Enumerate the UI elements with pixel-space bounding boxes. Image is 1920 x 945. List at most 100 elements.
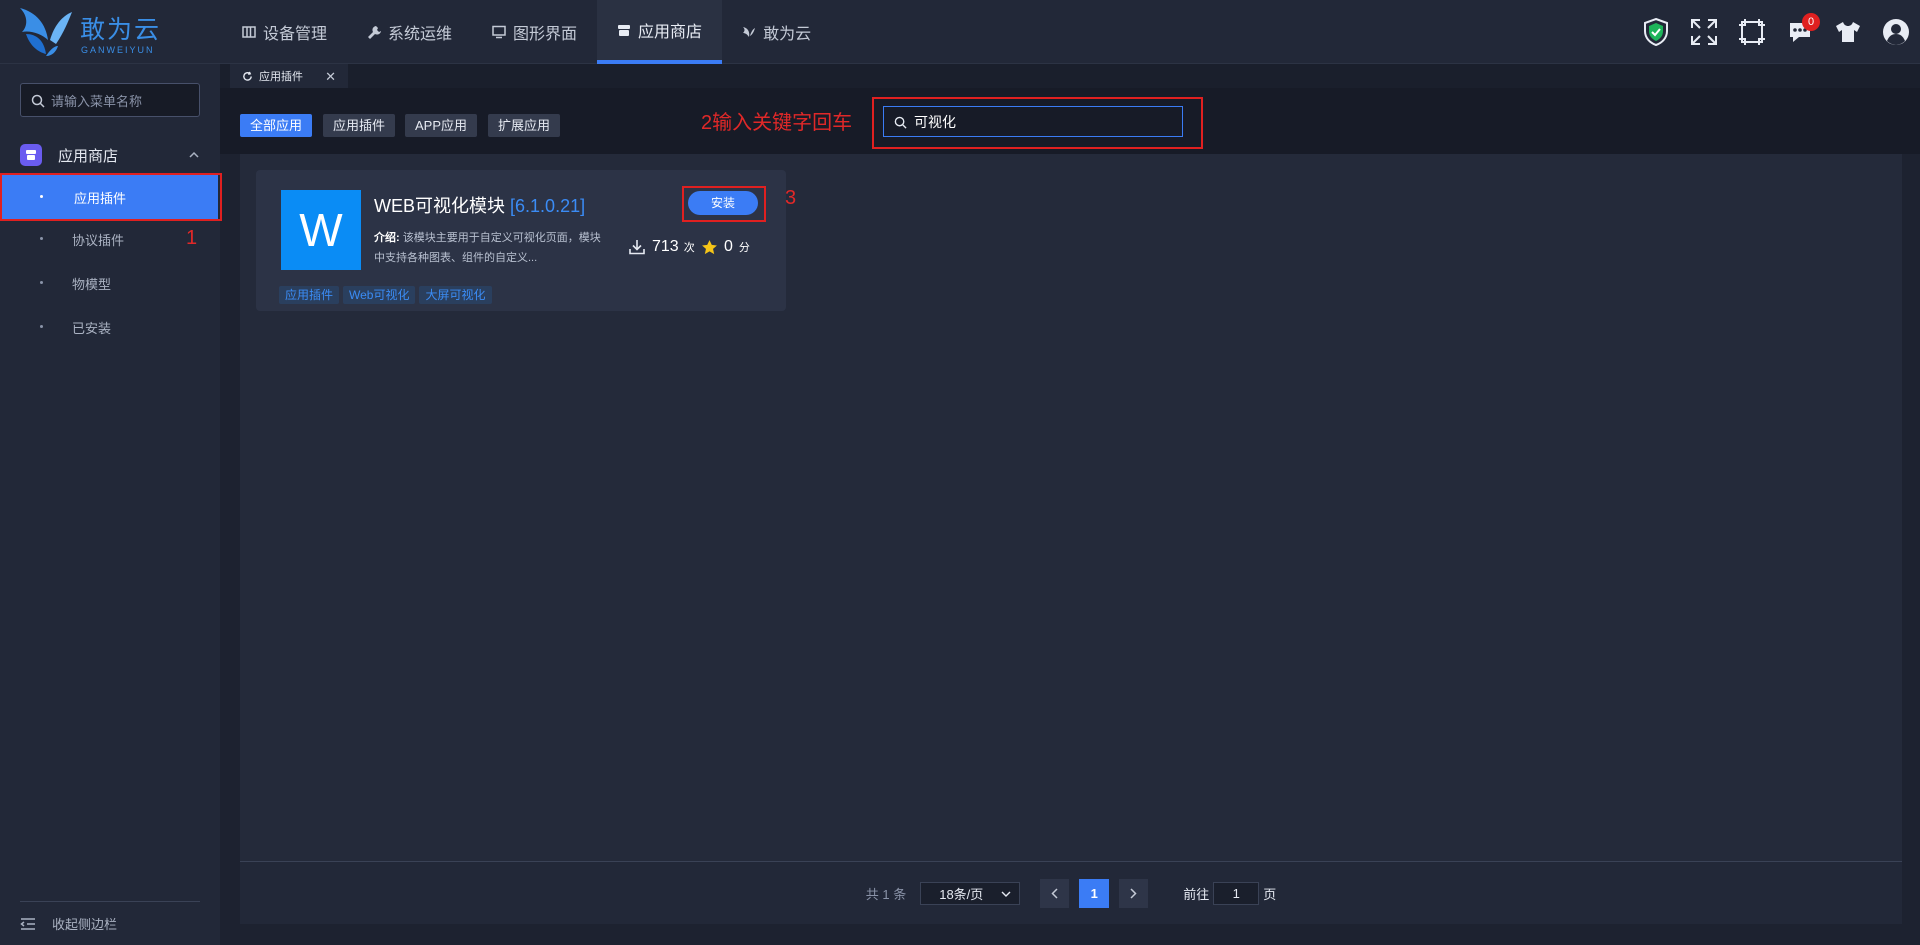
brand-title: 敢为云	[80, 15, 162, 44]
sidebar-item-label: 已安装	[72, 320, 112, 336]
nav-label: 敢为云	[763, 26, 812, 43]
download-icon	[629, 240, 645, 255]
chevron-left-icon	[1051, 887, 1058, 899]
app-description-text: 该模块主要用于自定义可视化页面，模块中支持各种图表、组件的自定义...	[374, 232, 601, 264]
sidebar-item-label: 物模型	[72, 276, 112, 292]
menu-search-input[interactable]: 请输入菜单名称	[20, 83, 200, 117]
wrench-icon	[368, 26, 382, 39]
nav-ganweiyun[interactable]: 敢为云	[722, 0, 831, 64]
top-bar: 敢为云 GANWEIYUN 设备管理 系统运维 图形界面 应用商店 敢为云 0	[0, 0, 1920, 64]
nav-graphic-ui[interactable]: 图形界面	[472, 0, 597, 64]
bullet-dot	[40, 325, 43, 328]
theme-skin-button[interactable]	[1824, 0, 1872, 64]
bullet-dot	[40, 281, 43, 284]
tshirt-icon	[1836, 22, 1860, 42]
security-shield-button[interactable]	[1632, 0, 1680, 64]
avatar-icon	[1883, 19, 1909, 45]
messages-button[interactable]: 0	[1776, 0, 1824, 64]
sidebar-group-label: 应用商店	[58, 147, 119, 165]
nav-system-ops[interactable]: 系统运维	[347, 0, 472, 64]
chevron-right-icon	[1130, 887, 1137, 899]
filter-app-plugins[interactable]: 应用插件	[323, 114, 396, 137]
message-count-badge: 0	[1802, 13, 1820, 31]
sidebar-item-label: 协议插件	[72, 232, 125, 248]
page-size-value: 18条/页	[939, 886, 984, 902]
app-search-input[interactable]: 可视化	[883, 106, 1183, 137]
app-list-area: W WEB可视化模块 [6.1.0.21] 介绍: 该模块主要用于自定义可视化页…	[240, 154, 1902, 924]
tag[interactable]: 大屏可视化	[419, 286, 492, 304]
sidebar-item-thing-model[interactable]: 物模型	[0, 261, 220, 305]
goto-page-input[interactable]: 1	[1213, 881, 1260, 905]
book-icon	[242, 26, 256, 38]
rating-unit: 分	[738, 242, 750, 254]
tab-bar: 应用插件 ✕	[220, 64, 1920, 88]
filter-app-apps[interactable]: APP应用	[405, 114, 478, 137]
top-tools: 0	[1632, 0, 1920, 64]
sidebar-group-app-store[interactable]: 应用商店	[20, 140, 200, 170]
filter-extension-apps[interactable]: 扩展应用	[488, 114, 561, 137]
expand-icon	[1691, 19, 1717, 45]
nav-label: 图形界面	[513, 26, 578, 43]
app-version: [6.1.0.21]	[510, 196, 586, 216]
brand-subtitle: GANWEIYUN	[81, 45, 155, 55]
download-count-value: 713	[652, 238, 679, 255]
nav-label: 应用商店	[638, 24, 703, 41]
app-title[interactable]: WEB可视化模块 [6.1.0.21]	[374, 192, 585, 218]
logo-icon	[743, 27, 756, 37]
pagination-total: 共 1 条	[865, 886, 907, 902]
pagination: 共 1 条 18条/页 1 前往 1 页	[240, 861, 1902, 924]
search-icon	[31, 94, 45, 108]
annotation-step-2: 2输入关键字回车	[701, 112, 853, 134]
screenshot-button[interactable]	[1728, 0, 1776, 64]
annotation-highlight-sidebar	[0, 173, 222, 221]
app-name: WEB可视化模块	[374, 196, 506, 216]
store-icon	[20, 144, 42, 166]
rating-value: 0	[724, 238, 733, 255]
chevron-down-icon	[1001, 891, 1011, 897]
tab-label: 应用插件	[259, 71, 303, 83]
app-description-label: 介绍:	[374, 232, 400, 244]
fullscreen-button[interactable]	[1680, 0, 1728, 64]
nav-label: 设备管理	[263, 26, 328, 43]
annotation-step-3: 3	[785, 187, 797, 209]
chevron-up-icon	[189, 151, 199, 158]
collapse-sidebar-label: 收起侧边栏	[52, 917, 118, 932]
monitor-icon	[492, 25, 506, 39]
annotation-step-1: 1	[186, 227, 198, 249]
search-icon	[894, 116, 907, 129]
close-icon[interactable]: ✕	[325, 69, 336, 85]
store-icon	[618, 25, 631, 36]
menu-search-placeholder: 请输入菜单名称	[51, 93, 143, 109]
tab-app-plugins[interactable]: 应用插件 ✕	[230, 64, 348, 88]
download-count: 713 次	[629, 238, 695, 256]
install-button[interactable]: 安装	[688, 191, 758, 215]
goto-prefix: 前往	[1183, 886, 1210, 902]
nav-device-management[interactable]: 设备管理	[222, 0, 347, 64]
filter-all-apps[interactable]: 全部应用	[240, 114, 313, 137]
nav-label: 系统运维	[388, 26, 453, 43]
collapse-menu-icon	[20, 917, 35, 930]
shield-check-icon	[1644, 18, 1668, 46]
page-number-current[interactable]: 1	[1079, 878, 1110, 908]
tag[interactable]: 应用插件	[279, 286, 340, 304]
page-size-select[interactable]: 18条/页	[920, 881, 1021, 905]
user-avatar-button[interactable]	[1872, 0, 1920, 64]
app-description: 介绍: 该模块主要用于自定义可视化页面，模块中支持各种图表、组件的自定义...	[374, 228, 606, 268]
nav-app-store[interactable]: 应用商店	[597, 0, 723, 64]
brand-logo[interactable]: 敢为云 GANWEIYUN	[16, 4, 176, 60]
tag[interactable]: Web可视化	[343, 286, 416, 304]
goto-suffix: 页	[1263, 886, 1277, 902]
goto-page: 前往 1 页	[1183, 881, 1277, 905]
refresh-icon	[243, 71, 252, 81]
star-icon	[702, 239, 717, 254]
bullet-dot	[40, 237, 43, 240]
top-nav: 设备管理 系统运维 图形界面 应用商店 敢为云	[222, 0, 831, 64]
app-search-value: 可视化	[914, 113, 956, 130]
collapse-sidebar-button[interactable]: 收起侧边栏	[20, 901, 200, 945]
app-tags: 应用插件 Web可视化 大屏可视化	[279, 286, 496, 304]
prev-page-button[interactable]	[1040, 878, 1070, 908]
next-page-button[interactable]	[1119, 878, 1149, 908]
butterfly-logo-icon	[20, 8, 72, 56]
sidebar-item-installed[interactable]: 已安装	[0, 305, 220, 349]
app-logo: W	[281, 190, 361, 270]
